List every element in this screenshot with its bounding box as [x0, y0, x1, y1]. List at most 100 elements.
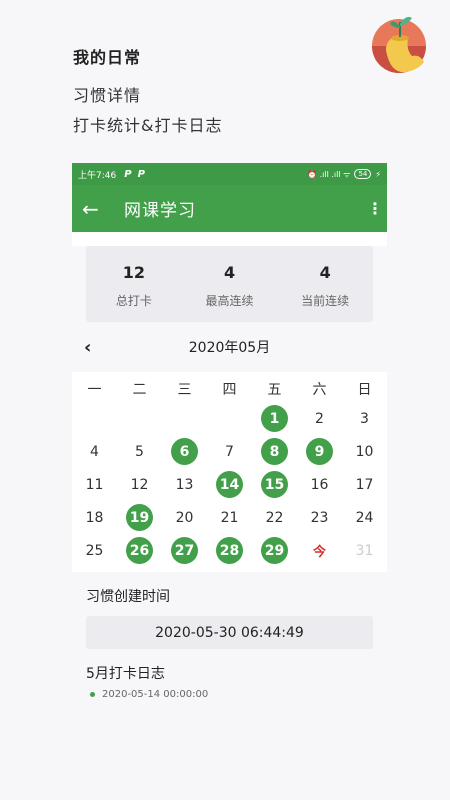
- created-time-value: 2020-05-30 06:44:49: [86, 616, 373, 649]
- weekday-label: 二: [132, 381, 147, 398]
- calendar-day-number: 14: [216, 471, 243, 498]
- calendar-day-number: 23: [310, 509, 329, 526]
- stat-total: 12 总打卡: [86, 246, 182, 322]
- stat-current-streak-label: 当前连续: [301, 294, 350, 308]
- calendar-day[interactable]: 24: [342, 501, 387, 534]
- month-label: 2020年05月: [188, 340, 271, 356]
- calendar-day[interactable]: 5: [117, 435, 162, 468]
- calendar-day[interactable]: 1: [252, 402, 297, 435]
- calendar-day[interactable]: 16: [297, 468, 342, 501]
- phone-screenshot: 上午7:46 P P ⏰ .ıll .ıll ᯤ 54 ⚡ ← 网课学习 ⋮ 1…: [72, 163, 387, 720]
- status-time: 上午7:46: [78, 170, 117, 181]
- calendar-day-number: 17: [355, 476, 374, 493]
- calendar-day[interactable]: 4: [72, 435, 117, 468]
- calendar-day-number: 24: [355, 509, 374, 526]
- app-logo-icon: [372, 10, 430, 76]
- calendar-day-number: 12: [130, 476, 149, 493]
- log-bullet-icon: [90, 692, 95, 697]
- calendar-week-row: 4 5 6 7 8 9 10: [72, 435, 387, 468]
- calendar-day[interactable]: 25: [72, 534, 117, 567]
- calendar-day[interactable]: 17: [342, 468, 387, 501]
- parking-icon-2: P: [137, 168, 145, 180]
- calendar-day-number: 11: [85, 476, 104, 493]
- calendar-day[interactable]: 2: [297, 402, 342, 435]
- stat-total-label: 总打卡: [115, 294, 152, 308]
- weekday-header-row: 一 二 三 四 五 六 日: [72, 372, 387, 402]
- stat-current-streak-value: 4: [319, 263, 331, 282]
- calendar-day[interactable]: 28: [207, 534, 252, 567]
- calendar-day[interactable]: 22: [252, 501, 297, 534]
- calendar-day-number: 1: [261, 405, 288, 432]
- calendar-day-number: [81, 405, 108, 432]
- month-navigator: ‹ 2020年05月: [72, 322, 387, 372]
- calendar-day-number: 25: [85, 542, 104, 559]
- more-options-icon[interactable]: ⋮: [367, 200, 383, 216]
- calendar-day-number: 21: [220, 509, 239, 526]
- app-toolbar: ← 网课学习 ⋮: [72, 185, 387, 232]
- calendar-day[interactable]: 21: [207, 501, 252, 534]
- calendar-day[interactable]: 31: [342, 534, 387, 567]
- calendar-day[interactable]: 15: [252, 468, 297, 501]
- calendar-day[interactable]: 18: [72, 501, 117, 534]
- calendar-day-number: 8: [261, 438, 288, 465]
- stat-current-streak: 4 当前连续: [277, 246, 373, 322]
- calendar-day[interactable]: 3: [342, 402, 387, 435]
- battery-icon: 54: [354, 169, 372, 179]
- calendar-day[interactable]: 27: [162, 534, 207, 567]
- signal-icons: ⏰ .ıll .ıll ᯤ: [307, 169, 351, 179]
- promo-text: 我的日常 习惯详情 打卡统计&打卡日志: [73, 44, 222, 136]
- calendar-day-number: 22: [265, 509, 284, 526]
- calendar-day[interactable]: 29: [252, 534, 297, 567]
- weekday-label: 日: [357, 381, 372, 398]
- log-item-text: 2020-05-14 00:00:00: [102, 689, 209, 700]
- calendar-day-number: 10: [355, 443, 374, 460]
- calendar-day-number: 5: [135, 443, 144, 460]
- calendar-day[interactable]: 14: [207, 468, 252, 501]
- calendar-day[interactable]: 23: [297, 501, 342, 534]
- calendar-empty-cell: [117, 402, 162, 435]
- calendar-day[interactable]: 今: [297, 534, 342, 567]
- parking-icon: P: [124, 168, 132, 180]
- calendar-day-number: 13: [175, 476, 194, 493]
- status-icons: ⏰ .ıll .ıll ᯤ 54 ⚡: [307, 169, 381, 180]
- calendar-day[interactable]: 7: [207, 435, 252, 468]
- weekday-label: 五: [267, 381, 282, 398]
- page-title: 网课学习: [124, 201, 196, 221]
- calendar-day-number: 28: [216, 537, 243, 564]
- stat-max-streak-value: 4: [223, 263, 236, 282]
- calendar-day-number: 19: [126, 504, 153, 531]
- calendar-empty-cell: [207, 402, 252, 435]
- calendar-day[interactable]: 13: [162, 468, 207, 501]
- calendar-day-number: 31: [355, 542, 374, 559]
- calendar-week-row: 1 2 3: [72, 402, 387, 435]
- prev-month-chevron-icon[interactable]: ‹: [84, 337, 91, 358]
- calendar-week-row: 11 12 13 14 15 16 17: [72, 468, 387, 501]
- calendar-day[interactable]: 6: [162, 435, 207, 468]
- stats-panel: 12 总打卡 4 最高连续 4 当前连续: [86, 246, 373, 322]
- calendar-day-number: 16: [310, 476, 329, 493]
- back-arrow-icon[interactable]: ←: [82, 197, 112, 221]
- calendar-grid: 一 二 三 四 五 六 日 1 2 3 4 5 6 7 8 9 10 11 12 13 14 15 16 17 1…: [72, 372, 387, 572]
- calendar-day-number: 27: [171, 537, 198, 564]
- calendar-day-number: 20: [175, 509, 194, 526]
- weekday-label: 三: [177, 381, 192, 398]
- calendar-day[interactable]: 26: [117, 534, 162, 567]
- calendar-day[interactable]: 12: [117, 468, 162, 501]
- promo-title: 我的日常: [73, 48, 142, 67]
- charging-icon: ⚡: [375, 169, 381, 179]
- calendar-day[interactable]: 8: [252, 435, 297, 468]
- stat-total-value: 12: [122, 263, 145, 282]
- weekday-label: 一: [87, 381, 102, 398]
- status-bar: 上午7:46 P P ⏰ .ıll .ıll ᯤ 54 ⚡: [72, 163, 387, 185]
- calendar-day-number: 今: [312, 545, 326, 560]
- calendar-day[interactable]: 11: [72, 468, 117, 501]
- calendar-day[interactable]: 19: [117, 501, 162, 534]
- calendar-day[interactable]: 10: [342, 435, 387, 468]
- calendar-day-number: 2: [315, 410, 324, 427]
- calendar-day[interactable]: 9: [297, 435, 342, 468]
- weekday-label: 六: [312, 381, 327, 398]
- main-content: 12 总打卡 4 最高连续 4 当前连续 ‹ 2020年05月 一 二 三 四 …: [72, 246, 387, 720]
- stat-max-streak-label: 最高连续: [205, 294, 254, 308]
- calendar-day[interactable]: 20: [162, 501, 207, 534]
- promo-subtitle: 习惯详情: [73, 86, 142, 105]
